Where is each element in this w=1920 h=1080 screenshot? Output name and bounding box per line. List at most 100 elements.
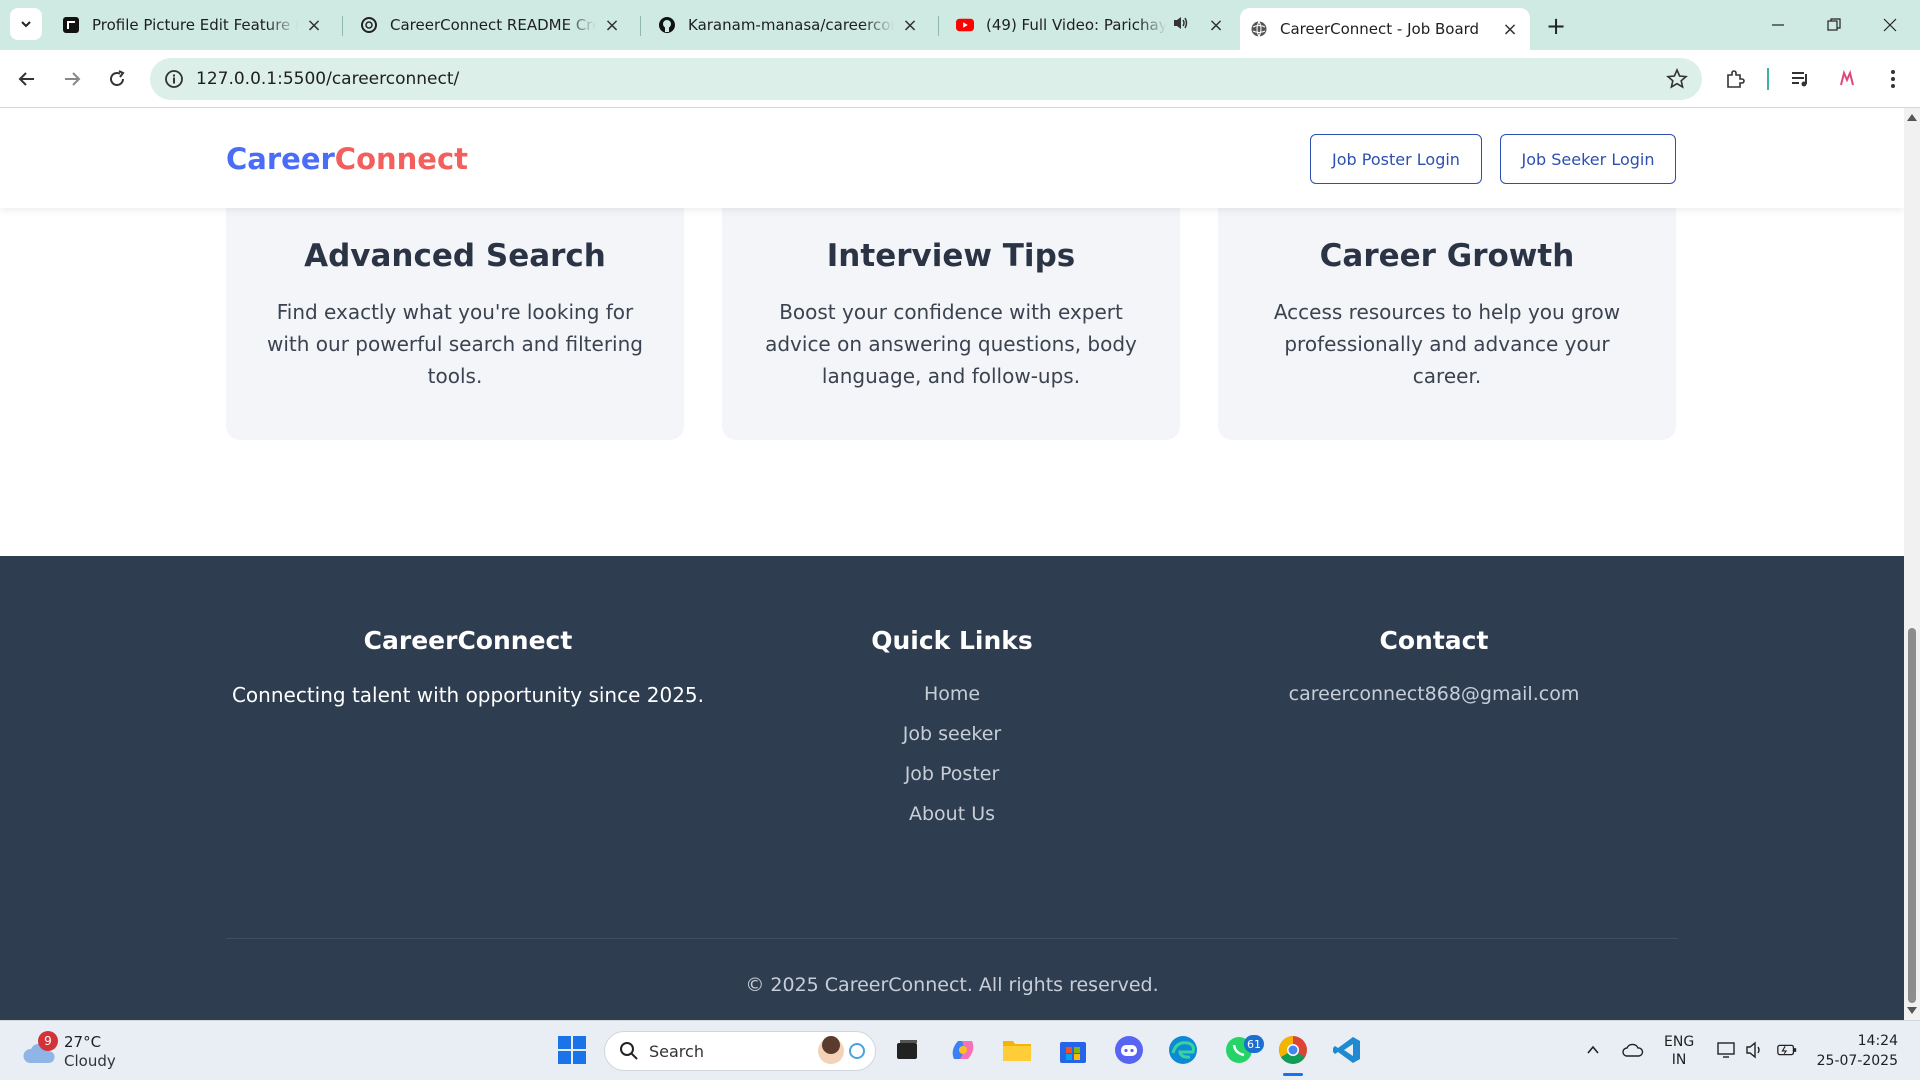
temperature-text: 27°C [64,1033,102,1051]
whatsapp-notification-badge: 61 [1244,1035,1264,1053]
microsoft-store-button[interactable] [1056,1033,1090,1067]
job-poster-login-button[interactable]: Job Poster Login [1310,134,1482,184]
browser-tab[interactable]: (49) Full Video: Parichayami × [946,8,1236,42]
reload-button[interactable] [100,62,134,96]
forward-button[interactable] [55,62,89,96]
browser-tab[interactable]: Karanam-manasa/careerconnec × [648,8,930,42]
scroll-down-arrow-icon[interactable] [1907,1007,1917,1014]
logo-part-connect: Connect [334,142,469,176]
youtube-favicon-icon [956,16,974,34]
store-icon [1060,1042,1086,1063]
file-explorer-button[interactable] [1000,1033,1034,1067]
new-tab-button[interactable]: + [1542,12,1570,40]
tab-separator [342,16,343,36]
site-footer: CareerConnect Connecting talent with opp… [0,556,1904,1020]
show-hidden-icons-button[interactable] [1582,1039,1604,1061]
clock-time: 14:24 [1857,1033,1898,1049]
task-view-button[interactable] [890,1033,924,1067]
onedrive-tray-button[interactable] [1622,1039,1644,1061]
browser-tab[interactable]: CareerConnect README Creatio × [350,8,632,42]
chatgpt-favicon-icon [360,16,378,34]
feature-description: Find exactly what you're looking for wit… [267,300,643,388]
puzzle-icon [1727,70,1745,88]
codepen-favicon-icon [62,16,80,34]
footer-links-title: Quick Links [871,626,1033,655]
page-scrollbar[interactable] [1904,108,1920,1020]
site-header: CareerConnect Job Poster Login Job Seeke… [0,108,1904,208]
start-button[interactable] [555,1033,589,1067]
weather-widget[interactable]: 9 27°C Cloudy [20,1031,140,1073]
tab-separator [640,16,641,36]
extensions-button[interactable] [1722,66,1748,92]
playlist-icon [1792,72,1807,87]
minimize-icon [1772,24,1784,26]
edge-browser-button[interactable] [1166,1033,1200,1067]
minimize-window-button[interactable] [1758,8,1798,42]
footer-divider [226,938,1678,939]
tab-search-button[interactable] [10,8,42,40]
browser-toolbar: 127.0.0.1:5500/careerconnect/ [0,50,1920,108]
page-viewport: CareerConnect Job Poster Login Job Seeke… [0,108,1904,1020]
feature-description: Boost your confidence with expert advice… [765,300,1137,388]
footer-link-job-poster[interactable]: Job Poster [710,763,1194,785]
close-tab-icon[interactable]: × [602,15,622,36]
edge-icon [1169,1036,1197,1064]
vscode-button[interactable] [1330,1033,1364,1067]
scroll-up-arrow-icon[interactable] [1907,114,1917,121]
browser-tab[interactable]: Profile Picture Edit Feature R | C × [52,8,334,42]
tab-title: (49) Full Video: Parichayami [986,16,1166,34]
taskbar-search-label: Search [649,1042,704,1061]
system-clock[interactable]: 14:24 25-07-2025 [1808,1031,1898,1071]
close-window-button[interactable] [1870,8,1910,42]
feature-card-career-growth: Career Growth Access resources to help y… [1218,198,1676,440]
profile-avatar-button[interactable] [1834,66,1860,92]
media-control-button[interactable] [1788,66,1814,92]
feature-description: Access resources to help you grow profes… [1273,300,1621,388]
feature-title: Advanced Search [304,238,606,274]
copilot-button[interactable] [946,1033,980,1067]
restore-window-button[interactable] [1814,8,1854,42]
footer-link-about-us[interactable]: About Us [710,803,1194,825]
network-tray-button[interactable] [1716,1039,1738,1061]
whatsapp-button[interactable]: 61 [1222,1033,1264,1067]
close-tab-icon[interactable]: × [1500,19,1520,40]
speaker-icon[interactable] [1172,15,1190,35]
language-indicator[interactable]: ENG IN [1664,1033,1694,1069]
chrome-button[interactable] [1276,1033,1310,1076]
onedrive-cloud-icon [1622,1043,1644,1057]
reload-icon [110,70,125,86]
folder-icon [1003,1041,1031,1061]
taskbar-search-box[interactable]: Search [604,1031,876,1071]
footer-contact-title: Contact [1379,626,1489,655]
footer-link-job-seeker[interactable]: Job seeker [710,723,1194,745]
site-info-icon[interactable] [164,69,184,89]
address-bar[interactable]: 127.0.0.1:5500/careerconnect/ [150,58,1702,100]
copilot-icon [952,1041,974,1059]
footer-brand-column: CareerConnect Connecting talent with opp… [226,626,710,707]
speaker-icon [1746,1041,1760,1059]
discord-button[interactable] [1112,1033,1146,1067]
site-logo[interactable]: CareerConnect [226,142,468,176]
close-tab-icon[interactable]: × [900,15,920,36]
close-tab-icon[interactable]: × [1206,15,1226,36]
footer-link-home[interactable]: Home [710,683,1194,705]
url-text: 127.0.0.1:5500/careerconnect/ [196,69,460,89]
footer-contact-email[interactable]: careerconnect868@gmail.com [1192,683,1676,705]
footer-tagline: Connecting talent with opportunity since… [231,683,705,707]
bookmark-star-icon[interactable] [1666,68,1688,90]
back-button[interactable] [10,62,44,96]
scrollbar-thumb[interactable] [1908,628,1916,1003]
arrow-left-icon [18,72,34,86]
browser-menu-button[interactable] [1880,66,1906,92]
volume-tray-button[interactable] [1744,1039,1766,1061]
vscode-icon [1333,1037,1360,1063]
battery-tray-button[interactable] [1776,1039,1798,1061]
browser-tab-active[interactable]: CareerConnect - Job Board × [1240,8,1530,50]
job-seeker-login-button[interactable]: Job Seeker Login [1500,134,1676,184]
feature-title: Career Growth [1319,238,1575,274]
task-view-icon [897,1040,917,1059]
clock-date: 25-07-2025 [1816,1053,1898,1069]
close-tab-icon[interactable]: × [304,15,324,36]
feature-card-interview-tips: Interview Tips Boost your confidence wit… [722,198,1180,440]
search-highlight-icon [818,1036,865,1064]
